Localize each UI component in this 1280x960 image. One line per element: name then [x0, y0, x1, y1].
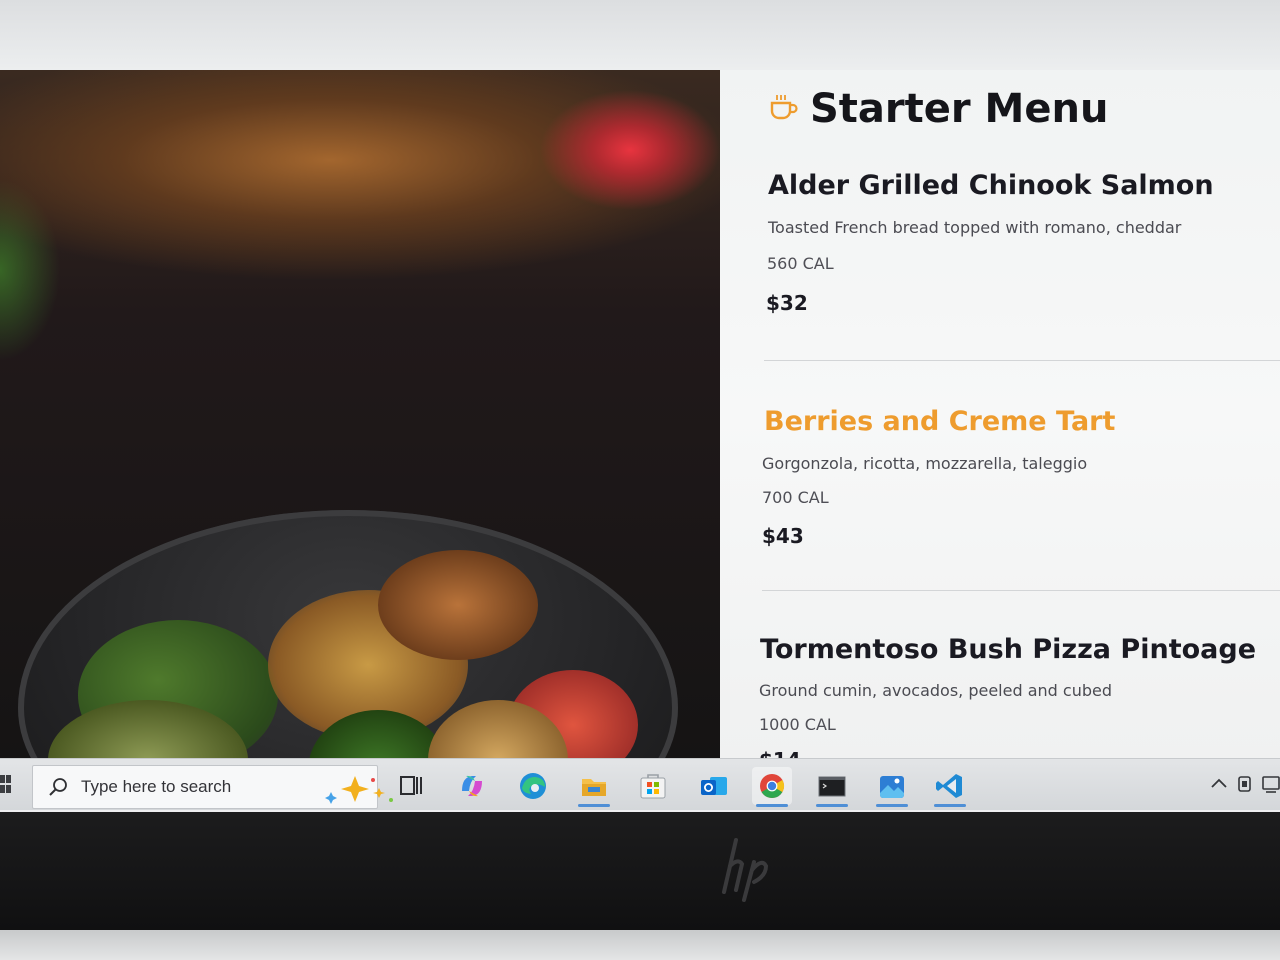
- menu-item-calories: 1000 CAL: [759, 715, 836, 734]
- vscode-icon[interactable]: [930, 767, 970, 807]
- menu-item-calories: 700 CAL: [762, 488, 829, 507]
- terminal-icon[interactable]: [812, 767, 852, 807]
- menu-item-description: Gorgonzola, ricotta, mozzarella, taleggi…: [762, 454, 1088, 473]
- windows-taskbar: Type here to search: [0, 758, 1280, 810]
- menu-item-name: Tormentoso Bush Pizza Pintoage: [760, 634, 1257, 665]
- menu-item-price: $43: [762, 524, 804, 548]
- hero-food-image: [0, 70, 730, 760]
- laptop-bezel: [0, 812, 1280, 930]
- sparkle-icon: [325, 776, 393, 804]
- menu-item-description: Toasted French bread topped with romano,…: [768, 218, 1182, 237]
- monitor-screen: Starter Menu Alder Grilled Chinook Salmo…: [0, 0, 1280, 812]
- menu-item-description: Ground cumin, avocados, peeled and cubed: [759, 681, 1112, 700]
- windows-start-icon[interactable]: [0, 775, 12, 795]
- microsoft-store-icon[interactable]: [633, 767, 673, 805]
- search-placeholder: Type here to search: [81, 777, 232, 796]
- copilot-icon[interactable]: [452, 767, 492, 805]
- coffee-cup-icon: [770, 95, 798, 120]
- menu-item-calories: 560 CAL: [767, 254, 834, 273]
- menu-divider: [762, 590, 1280, 591]
- running-indicator: [816, 804, 848, 807]
- running-indicator: [578, 804, 610, 807]
- network-icon[interactable]: [1260, 771, 1280, 797]
- desk-surface: [0, 930, 1280, 960]
- hp-logo: [722, 838, 769, 902]
- menu-item-price: $32: [766, 291, 808, 315]
- edge-icon[interactable]: [513, 767, 553, 805]
- browser-top-area: [0, 0, 1280, 70]
- menu-divider: [764, 360, 1280, 361]
- menu-item-name-highlighted[interactable]: Berries and Creme Tart: [764, 406, 1115, 437]
- page-title: Starter Menu: [810, 86, 1109, 132]
- bowl-image: [18, 510, 678, 760]
- meet-now-icon[interactable]: [1236, 771, 1256, 797]
- chevron-up-icon[interactable]: [1206, 771, 1232, 797]
- outlook-icon[interactable]: [694, 767, 734, 805]
- task-view-icon[interactable]: [390, 767, 430, 805]
- chrome-icon[interactable]: [752, 767, 792, 807]
- running-indicator: [876, 804, 908, 807]
- taskbar-search-box[interactable]: Type here to search: [32, 765, 393, 809]
- menu-item-name: Alder Grilled Chinook Salmon: [768, 170, 1214, 201]
- running-indicator: [934, 804, 966, 807]
- search-icon: [49, 778, 67, 796]
- file-explorer-icon[interactable]: [574, 767, 614, 807]
- running-indicator: [756, 804, 788, 807]
- photos-icon[interactable]: [872, 767, 912, 807]
